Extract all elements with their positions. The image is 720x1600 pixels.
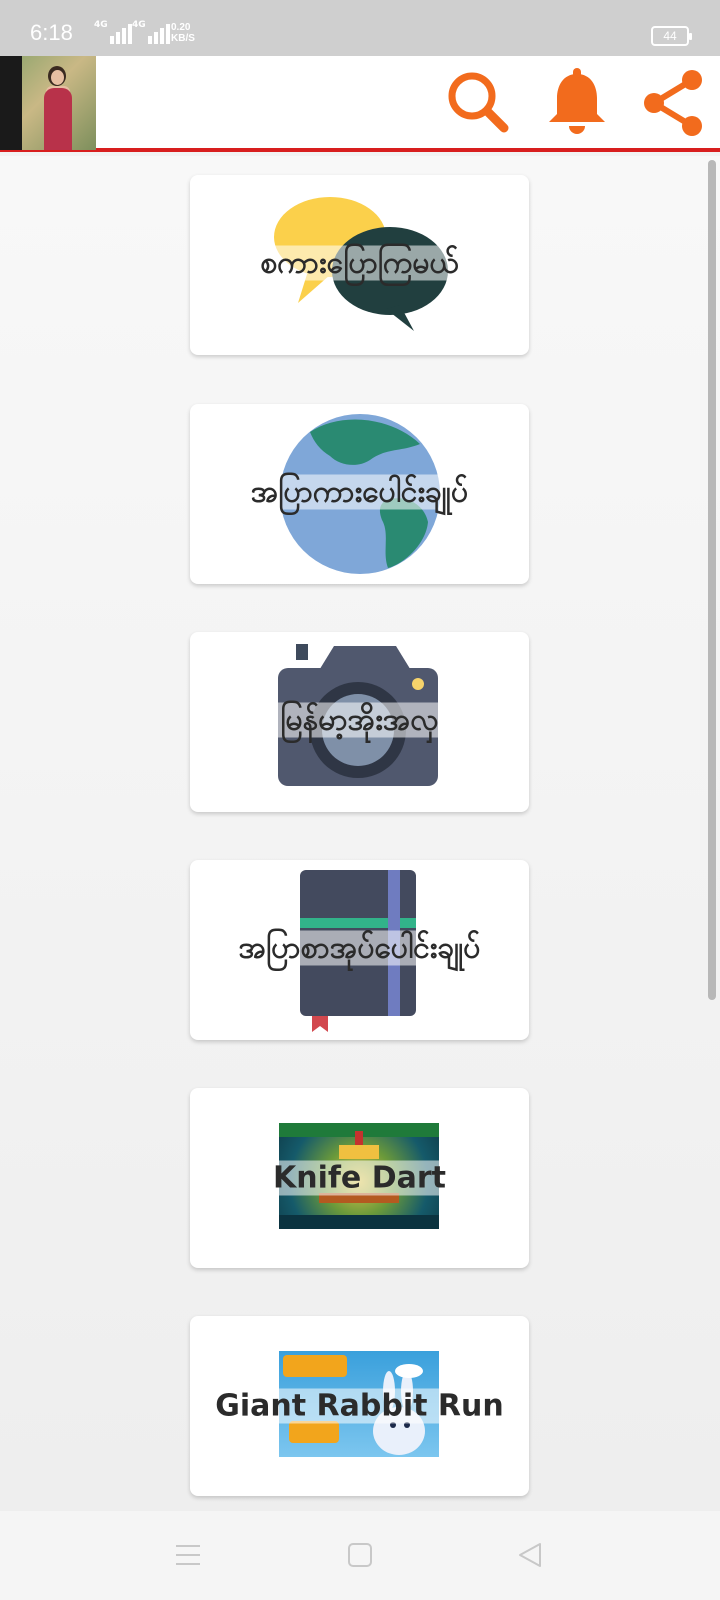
home-icon[interactable] bbox=[340, 1535, 380, 1575]
share-icon[interactable] bbox=[636, 66, 710, 140]
card-conversation[interactable]: စကားပြောကြမယ် bbox=[190, 175, 529, 355]
bell-icon[interactable] bbox=[540, 66, 614, 140]
battery-icon: 44 bbox=[651, 26, 692, 46]
app-bar bbox=[0, 56, 720, 152]
card-knife-dart[interactable]: Knife Dart bbox=[190, 1088, 529, 1268]
signal-icon-2: 4G bbox=[132, 20, 172, 44]
card-blue-books[interactable]: အပြာစာအုပ်ပေါင်းချုပ် bbox=[190, 860, 529, 1040]
card-label: Knife Dart bbox=[268, 1160, 450, 1196]
signal-icon: 4G bbox=[94, 20, 134, 44]
status-bar: 6:18 4G 4G 0.20 KB/S 44 bbox=[0, 0, 720, 56]
system-nav-bar bbox=[0, 1511, 720, 1600]
speed-unit: KB/S bbox=[171, 33, 195, 44]
main-content bbox=[0, 156, 720, 1511]
app-logo[interactable] bbox=[0, 56, 96, 150]
speed-value: 0.20 bbox=[171, 22, 191, 33]
card-label: Giant Rabbit Run bbox=[211, 1388, 508, 1424]
network-speed: 0.20 KB/S bbox=[171, 22, 195, 44]
menu-icon[interactable] bbox=[168, 1535, 208, 1575]
card-label: အပြာစာအုပ်ပေါင်းချုပ် bbox=[234, 930, 485, 966]
status-time: 6:18 bbox=[30, 20, 73, 45]
card-label: စကားပြောကြမယ် bbox=[256, 245, 463, 281]
back-icon[interactable] bbox=[510, 1535, 550, 1575]
logo-caption bbox=[0, 56, 22, 150]
network-type-2: 4G bbox=[132, 20, 146, 30]
search-icon[interactable] bbox=[442, 66, 516, 140]
card-label: မြန်မာ့အိုးအလှ bbox=[276, 702, 443, 738]
card-beauty[interactable]: မြန်မာ့အိုးအလှ bbox=[190, 632, 529, 812]
card-label: အပြာကားပေါင်းချုပ် bbox=[246, 474, 473, 510]
scrollbar[interactable] bbox=[708, 160, 716, 1000]
card-blue-movies[interactable]: အပြာကားပေါင်းချုပ် bbox=[190, 404, 529, 584]
card-giant-rabbit-run[interactable]: Giant Rabbit Run bbox=[190, 1316, 529, 1496]
network-type-1: 4G bbox=[94, 20, 108, 30]
